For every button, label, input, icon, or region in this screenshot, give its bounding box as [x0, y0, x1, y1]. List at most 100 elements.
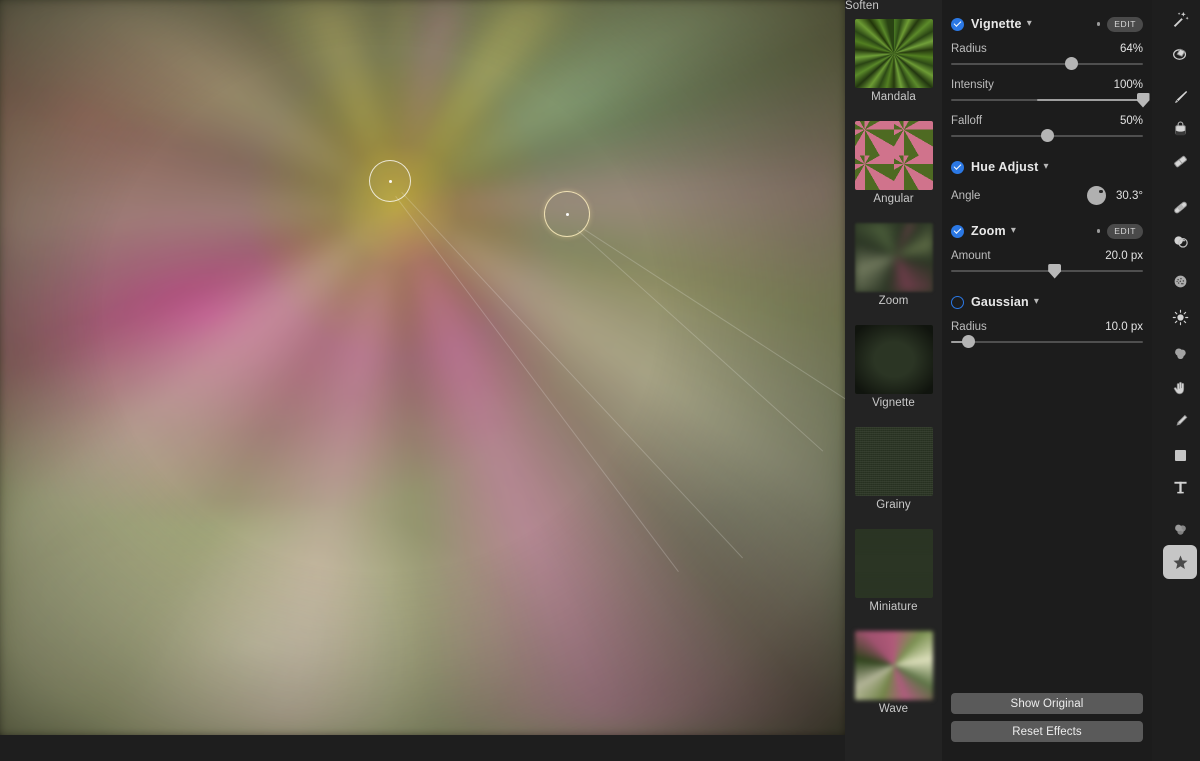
preset-label: Wave: [878, 703, 909, 715]
effects-icon[interactable]: [1163, 545, 1197, 579]
handle-center-dot: [565, 212, 569, 216]
eraser-icon[interactable]: [1163, 144, 1197, 178]
brightness-icon[interactable]: [1163, 300, 1197, 334]
slider-knob-shield[interactable]: [1136, 92, 1150, 108]
effect-group-actions: EDIT: [1096, 223, 1143, 239]
edit-badge-vignette[interactable]: EDIT: [1107, 16, 1143, 32]
chevron-down-icon[interactable]: ▾: [1044, 162, 1049, 172]
control-label: Amount: [951, 250, 991, 262]
slider-intensity[interactable]: [951, 92, 1150, 108]
chevron-down-icon[interactable]: ▾: [1034, 297, 1039, 307]
preset-label: Vignette: [872, 397, 915, 409]
effect-group-actions: EDIT: [1096, 16, 1143, 32]
retouch-icon[interactable]: [1163, 2, 1197, 36]
repair-icon[interactable]: [1163, 36, 1197, 70]
checkbox-checked-icon[interactable]: [951, 160, 964, 174]
preset-label: Miniature: [869, 601, 918, 613]
show-original-button[interactable]: Show Original: [951, 693, 1143, 714]
checkbox-checked-icon[interactable]: [951, 17, 964, 31]
pen-icon[interactable]: [1163, 404, 1197, 438]
effect-group-zoom: Zoom ▾ EDIT Amount 20.0 px: [942, 216, 1152, 279]
preset-item[interactable]: Wave: [845, 631, 942, 715]
preset-item[interactable]: Vignette: [845, 325, 942, 409]
slider-radius[interactable]: [951, 335, 1143, 349]
preset-item[interactable]: Angular: [845, 121, 942, 205]
preset-label: Zoom: [878, 295, 909, 307]
preset-item[interactable]: Grainy: [845, 427, 942, 511]
text-icon[interactable]: [1163, 470, 1197, 504]
chevron-down-icon[interactable]: ▾: [1011, 226, 1016, 236]
slider-falloff[interactable]: [951, 129, 1143, 143]
texture-icon[interactable]: [1163, 264, 1197, 298]
preset-item[interactable]: Mandala: [845, 19, 942, 103]
panel-action-buttons: Show Original Reset Effects: [951, 686, 1143, 742]
control-row: Amount 20.0 px: [951, 246, 1143, 264]
slider-knob[interactable]: [1065, 57, 1079, 70]
reset-effects-button[interactable]: Reset Effects: [951, 721, 1143, 742]
preset-label: Mandala: [871, 91, 916, 103]
preset-thumbnail[interactable]: [854, 19, 933, 88]
preset-thumbnail[interactable]: [854, 223, 933, 292]
slider-knob-shield[interactable]: [1048, 263, 1062, 279]
effects-controls-panel: Vignette ▾ EDIT Radius 64% Intensity 100% Fallo…: [942, 0, 1152, 761]
edit-badge-zoom[interactable]: EDIT: [1107, 223, 1143, 239]
effect-group-gaussian: Gaussian ▾ Radius 10.0 px: [942, 287, 1152, 349]
slider-knob[interactable]: [1040, 129, 1054, 142]
effect-presets-strip[interactable]: Soften Mandala Angular Zoom Vignette Grainy M…: [845, 0, 942, 761]
zoom-center-handle[interactable]: [369, 160, 411, 202]
control-value: 50%: [1119, 115, 1143, 127]
effect-group-header[interactable]: Zoom ▾ EDIT: [951, 216, 1143, 246]
preset-label: Angular: [873, 193, 914, 205]
control-label: Falloff: [951, 115, 983, 127]
checkbox-unchecked-icon[interactable]: [951, 295, 964, 309]
control-value: 100%: [1113, 79, 1143, 91]
effect-group-header[interactable]: Gaussian ▾: [951, 287, 1143, 317]
bandage-icon[interactable]: [1163, 190, 1197, 224]
paint-can-icon[interactable]: [1163, 112, 1197, 146]
control-label: Radius: [951, 321, 987, 333]
slider-track: [951, 270, 1143, 273]
preset-label-soften: Soften: [845, 0, 879, 12]
preset-item[interactable]: Zoom: [845, 223, 942, 307]
preset-thumbnail[interactable]: [854, 427, 933, 496]
shape-icon[interactable]: [1163, 438, 1197, 472]
handle-center-dot: [388, 179, 392, 183]
canvas-vignette-overlay: [0, 0, 845, 735]
smudge-icon[interactable]: [1163, 370, 1197, 404]
checkbox-checked-icon[interactable]: [951, 224, 964, 238]
slider-amount[interactable]: [951, 263, 1143, 279]
preset-thumbnail[interactable]: [854, 325, 933, 394]
modified-indicator-dot: [1096, 22, 1101, 26]
color-mix-icon[interactable]: [1163, 512, 1197, 546]
slider-track: [951, 341, 1143, 344]
preset-thumbnail[interactable]: [854, 631, 933, 700]
slider-fill: [1037, 99, 1143, 102]
effect-group-header[interactable]: Vignette ▾ EDIT: [951, 9, 1143, 39]
preset-list: Mandala Angular Zoom Vignette Grainy Miniatur…: [845, 19, 942, 715]
control-label: Intensity: [951, 79, 994, 91]
brush-icon[interactable]: [1163, 80, 1197, 114]
slider-knob[interactable]: [961, 335, 975, 348]
effect-group-title: Hue Adjust: [971, 160, 1039, 174]
effect-group-title: Gaussian: [971, 295, 1029, 309]
effect-group-list: Vignette ▾ EDIT Radius 64% Intensity 100% Fallo…: [942, 9, 1152, 349]
slider-radius[interactable]: [951, 57, 1143, 71]
control-value: 30.3°: [1116, 189, 1143, 202]
editor-window: Soften Mandala Angular Zoom Vignette Grainy M…: [0, 0, 1200, 761]
dial-indicator-dot: [1099, 189, 1103, 193]
clone-icon[interactable]: [1163, 224, 1197, 258]
effect-group-hue-adjust: Hue Adjust ▾ Angle 30.3°: [942, 152, 1152, 207]
image-canvas[interactable]: [0, 0, 845, 735]
control-row: Radius 64%: [951, 39, 1143, 57]
effect-group-title: Vignette: [971, 17, 1022, 31]
blur-icon[interactable]: [1163, 336, 1197, 370]
effect-group-header[interactable]: Hue Adjust ▾: [951, 152, 1143, 182]
zoom-radius-handle[interactable]: [544, 191, 590, 237]
tools-toolbar[interactable]: [1160, 0, 1200, 761]
preset-thumbnail[interactable]: [854, 121, 933, 190]
chevron-down-icon[interactable]: ▾: [1027, 19, 1032, 29]
angle-dial[interactable]: [1087, 186, 1107, 205]
preset-item[interactable]: Miniature: [845, 529, 942, 613]
effect-group-title: Zoom: [971, 224, 1006, 238]
preset-thumbnail[interactable]: [854, 529, 933, 598]
